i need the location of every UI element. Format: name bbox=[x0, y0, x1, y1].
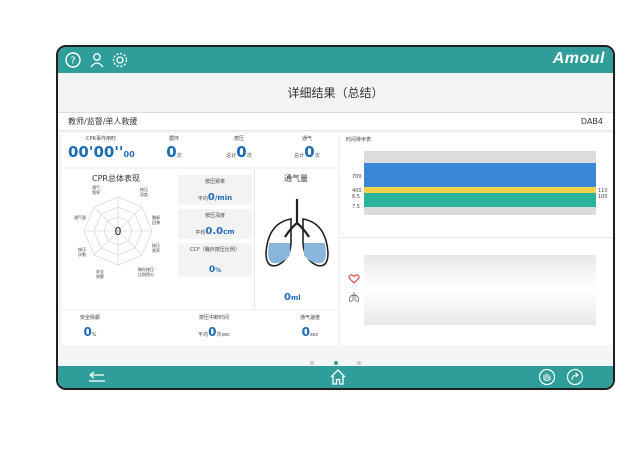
device-frame: ? Amoul 详细结果（总结） 教师/监督/单人救援 DAB4 CPR事件用时… bbox=[56, 45, 615, 390]
help-icon[interactable]: ? bbox=[64, 51, 82, 69]
ccf-unit: % bbox=[215, 267, 222, 274]
lung-unit: ml bbox=[290, 294, 301, 302]
timeline-graph bbox=[364, 151, 596, 215]
lung-icon bbox=[349, 292, 359, 302]
tick-100: 100 bbox=[598, 194, 608, 200]
rate-value: 0 bbox=[207, 192, 215, 203]
settings-icon[interactable] bbox=[111, 51, 129, 69]
depth-value: 0.0 bbox=[205, 226, 224, 237]
timeline-panel: 时间排序表 700 400 6.5 7.5 110 100 bbox=[340, 133, 613, 345]
timeline-title: 时间排序表 bbox=[346, 137, 372, 143]
cycles-label: 循环 bbox=[168, 136, 179, 142]
cycles-stat: 循环 0次 bbox=[154, 135, 194, 161]
cycles-unit: 次 bbox=[176, 153, 182, 159]
interrupt-stat: 按压中断时间 平均0次sec bbox=[174, 314, 254, 340]
ventilation-unit: 次 bbox=[314, 153, 320, 159]
radar-chart: 0 通气频率 按压深度胸廓回弹按压频率胸外按压比例得分 安全除颤 按压次数 通气量 bbox=[74, 185, 160, 279]
rate-prefix: 平均 bbox=[197, 196, 208, 202]
radar-score: 0 bbox=[115, 225, 122, 238]
duration-label: CPR事件用时 bbox=[86, 136, 116, 142]
heart-icon bbox=[348, 274, 360, 284]
svg-text:?: ? bbox=[70, 56, 75, 67]
top-bar: ? Amoul bbox=[58, 47, 613, 73]
back-arrow-icon[interactable] bbox=[86, 370, 108, 384]
mode-label: 教师/监督/单人救援 bbox=[68, 117, 138, 126]
ccf-title: CCF（胸外按压比例） bbox=[190, 247, 240, 253]
band-green bbox=[364, 193, 596, 207]
safe-defib-value: 0 bbox=[83, 325, 92, 339]
radar-label: 安全除颤 bbox=[96, 268, 104, 279]
compression-label: 按压 bbox=[233, 136, 244, 142]
divider bbox=[254, 169, 255, 309]
depth-prefix: 平均 bbox=[195, 230, 206, 236]
rate-unit: /min bbox=[214, 194, 233, 202]
brand-logo: Amoul bbox=[552, 50, 605, 67]
bottom-bar bbox=[58, 366, 613, 388]
radar-title: CPR总体表现 bbox=[92, 174, 140, 183]
pager-dot-2[interactable] bbox=[333, 361, 338, 365]
pager-dot-1[interactable] bbox=[310, 361, 315, 365]
interrupt-prefix: 平均 bbox=[198, 332, 209, 338]
depth-card: 按压深度 平均0.0cm bbox=[178, 209, 252, 239]
device-id: DAB4 bbox=[580, 117, 603, 126]
interrupt-unit: 次sec bbox=[216, 332, 230, 338]
vent-speed-label: 通气速度 bbox=[299, 315, 320, 321]
radar-label: 按压深度 bbox=[140, 186, 148, 197]
lung-value: 0 bbox=[284, 292, 291, 303]
footer-stats: 安全除颤 0% 按压中断时间 平均0次sec 通气速度 0sec bbox=[62, 311, 338, 345]
radar-label: 胸外按压比例得分 bbox=[138, 266, 154, 277]
rate-card: 按压频率 平均0/min bbox=[178, 175, 252, 205]
safe-defib-label: 安全除颤 bbox=[79, 315, 100, 321]
interrupt-label: 按压中断时间 bbox=[198, 315, 229, 321]
radar-label: 胸廓回弹 bbox=[152, 214, 160, 225]
divider bbox=[340, 237, 613, 238]
tick-700: 700 bbox=[352, 174, 362, 180]
tick-7-5: 7.5 bbox=[352, 204, 360, 210]
safe-defib-unit: % bbox=[91, 332, 97, 338]
share-icon[interactable] bbox=[566, 368, 584, 386]
radar-label: 通气频率 bbox=[92, 185, 100, 195]
ventilation-prefix: 总计 bbox=[294, 153, 305, 159]
radar-label: 按压频率 bbox=[152, 242, 160, 253]
mode-bar: 教师/监督/单人救援 DAB4 bbox=[58, 113, 613, 131]
vent-speed-value: 0 bbox=[301, 325, 310, 339]
lung-title: 通气量 bbox=[284, 174, 308, 183]
ventilation-label: 通气 bbox=[301, 136, 312, 142]
lung-readout: 0ml bbox=[284, 285, 301, 304]
band-blue bbox=[364, 163, 596, 187]
lung-graphic bbox=[265, 199, 329, 267]
page-title: 详细结果（总结） bbox=[58, 73, 613, 113]
performance-panel: CPR总体表现 0 通气频率 按压深度 胸廓回弹 按压频率 胸外按压比例得分 安全除颤 按压… bbox=[62, 169, 338, 309]
duration-stat: CPR事件用时 00'00''00 bbox=[68, 135, 135, 161]
ventilation-stat: 通气 总计0次 bbox=[282, 135, 332, 161]
depth-title: 按压深度 bbox=[204, 213, 225, 219]
safe-defib-stat: 安全除颤 0% bbox=[68, 314, 112, 340]
compression-value: 0 bbox=[236, 143, 247, 161]
ccf-card: CCF（胸外按压比例） 0% bbox=[178, 243, 252, 277]
hand-icon[interactable] bbox=[538, 368, 556, 386]
radar-label: 通气量 bbox=[74, 214, 86, 220]
waveform-area bbox=[364, 255, 596, 325]
duration-sub: 00 bbox=[123, 150, 135, 159]
summary-stats: CPR事件用时 00'00''00 循环 0次 按压 总计0次 通气 总计0次 bbox=[62, 133, 338, 167]
compression-stat: 按压 总计0次 bbox=[214, 135, 264, 161]
depth-unit: cm bbox=[223, 228, 235, 236]
person-icon[interactable] bbox=[88, 51, 106, 69]
pager-dot-3[interactable] bbox=[356, 361, 361, 365]
duration-value: 00'00'' bbox=[68, 143, 124, 161]
tick-6-5: 6.5 bbox=[352, 194, 360, 200]
compression-prefix: 总计 bbox=[226, 153, 237, 159]
radar-label: 按压次数 bbox=[78, 246, 86, 257]
compression-unit: 次 bbox=[246, 153, 252, 159]
vent-speed-stat: 通气速度 0sec bbox=[288, 314, 332, 340]
home-icon[interactable] bbox=[328, 367, 348, 387]
vent-speed-unit: sec bbox=[309, 332, 319, 338]
ventilation-value: 0 bbox=[304, 143, 315, 161]
cycles-value: 0 bbox=[166, 143, 177, 161]
rate-title: 按压频率 bbox=[204, 179, 225, 185]
